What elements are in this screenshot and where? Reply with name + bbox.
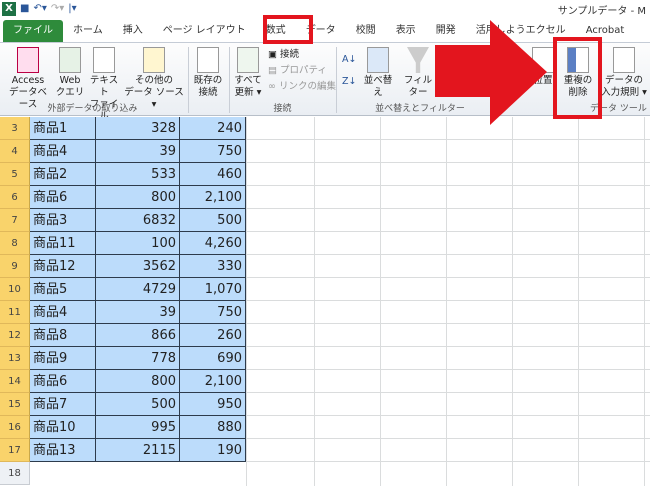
remove-duplicates-highlight bbox=[553, 37, 602, 119]
data-tab-highlight bbox=[263, 15, 313, 44]
arrow-shape bbox=[435, 20, 547, 125]
